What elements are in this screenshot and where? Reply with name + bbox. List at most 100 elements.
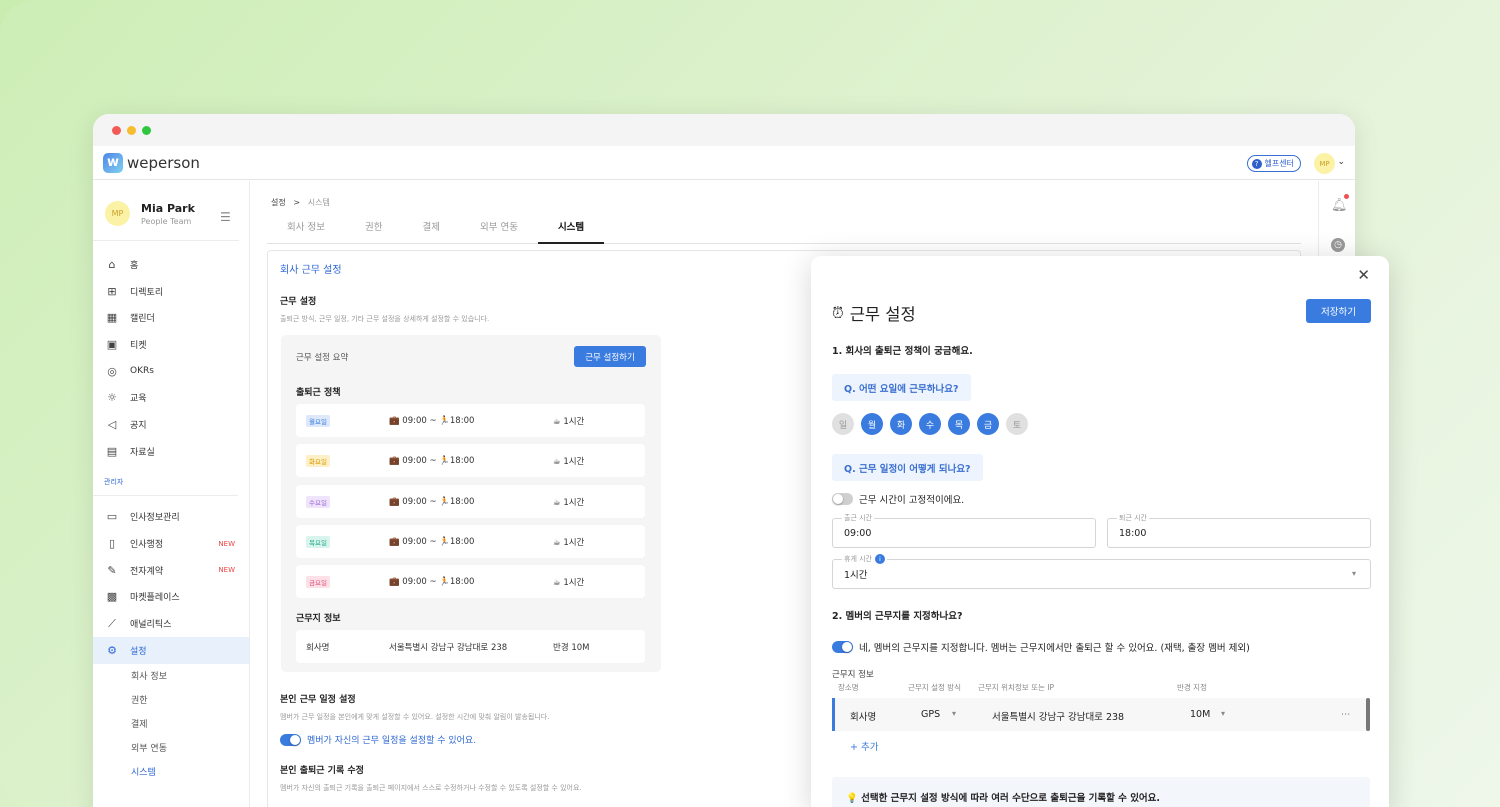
day-badge: 화요일 <box>306 454 330 467</box>
clock-icon[interactable]: ◷ <box>1331 238 1345 252</box>
profile-name: Mia Park <box>141 201 195 215</box>
nav-main: ⌂ 홈 ⊞ 디렉토리 ▦ 캘린더 ▣ 티켓 ◎ OKRs ☼ 교육 ◁ 공지 ▤ 자료실 <box>93 241 249 465</box>
configure-work-button[interactable]: 근무 설정하기 <box>574 346 646 367</box>
fixed-time-option: 근무 시간이 고정적이에요. <box>832 492 964 506</box>
sidebar-item-ticket[interactable]: ▣ 티켓 <box>93 331 249 358</box>
scrollbar[interactable] <box>1366 698 1370 731</box>
help-icon: ? <box>1251 158 1262 169</box>
day-toggle-tue[interactable]: 화 <box>890 413 912 435</box>
close-icon[interactable]: ✕ <box>1357 266 1370 284</box>
sidebar-item-label: 교육 <box>130 394 147 405</box>
sidebar-item-label: 애널리틱스 <box>130 620 172 631</box>
sidebar-item-okrs[interactable]: ◎ OKRs <box>93 358 249 385</box>
radius-select[interactable]: 10M <box>1190 709 1210 720</box>
sidebar-sub-system[interactable]: 시스템 <box>93 760 249 784</box>
break-time: ☕ 1시간 <box>553 497 585 508</box>
sidebar-item-label: 공지 <box>130 420 147 431</box>
day-toggle-sat[interactable]: 토 <box>1006 413 1028 435</box>
fixed-time-toggle-label: 근무 시간이 고정적이에요. <box>859 495 965 506</box>
start-time-value: 09:00 <box>844 527 872 539</box>
user-avatar[interactable]: MP <box>1314 153 1335 174</box>
location-option: 네, 멤버의 근무지를 지정합니다. 멤버는 근무지에서만 출퇴근 할 수 있어… <box>832 640 1250 654</box>
sidebar-item-hr-admin[interactable]: ▯ 인사행정 NEW <box>93 530 249 557</box>
sidebar-item-directory[interactable]: ⊞ 디렉토리 <box>93 278 249 305</box>
schedule-row: 화요일 💼 09:00 ~ 🏃18:00 ☕ 1시간 <box>296 444 645 477</box>
profile-team: People Team <box>141 216 192 226</box>
info-icon[interactable]: i <box>875 554 885 564</box>
sidebar-item-e-contract[interactable]: ✎ 전자계약 NEW <box>93 557 249 584</box>
more-icon[interactable]: ⋯ <box>1341 709 1351 720</box>
day-badge: 수요일 <box>306 495 330 508</box>
tab-company-info[interactable]: 회사 정보 <box>267 217 345 243</box>
chart-line-icon: ⟋ <box>108 616 116 630</box>
bell-icon[interactable]: 🔔︎ <box>1331 198 1348 213</box>
day-toggle-thu[interactable]: 목 <box>948 413 970 435</box>
start-time-field[interactable]: 출근 시간 09:00 <box>832 513 1096 548</box>
save-button[interactable]: 저장하기 <box>1306 299 1371 323</box>
sidebar-sub-permissions[interactable]: 권한 <box>93 688 249 712</box>
location-address-cell[interactable]: 서울특별시 강남구 강남대로 238 <box>992 709 1124 723</box>
notification-dot <box>1344 194 1349 199</box>
own-schedule-toggle[interactable] <box>280 733 301 746</box>
sidebar-sub-billing[interactable]: 결제 <box>93 712 249 736</box>
alarm-clock-icon: ⏰︎ <box>832 304 844 322</box>
breadcrumb-root[interactable]: 설정 <box>271 198 286 207</box>
logo-text[interactable]: weperson <box>127 154 200 172</box>
location-name: 회사명 <box>306 642 330 653</box>
chevron-down-icon[interactable]: ⌄ <box>1337 157 1345 167</box>
add-location-button[interactable]: + 추가 <box>850 739 878 753</box>
modal-title: 근무 설정 <box>849 305 916 324</box>
day-toggle-mon[interactable]: 월 <box>861 413 883 435</box>
minimize-window-dot[interactable] <box>127 125 136 135</box>
tab-billing[interactable]: 결제 <box>402 217 459 243</box>
start-time-label: 출근 시간 <box>842 513 874 523</box>
tab-system[interactable]: 시스템 <box>537 217 605 244</box>
location-address: 서울특별시 강남구 강남대로 238 <box>389 642 508 653</box>
close-window-dot[interactable] <box>112 125 121 135</box>
location-toggle[interactable] <box>832 641 853 653</box>
col-radius: 반경 지정 <box>1177 683 1207 692</box>
menu-icon[interactable]: ☰ <box>220 210 231 224</box>
method-select[interactable]: GPS <box>921 709 940 720</box>
chevron-down-icon: ▾ <box>1351 569 1356 578</box>
tab-permissions[interactable]: 권한 <box>345 217 402 243</box>
location-table-row: 회사명 GPS ▾ 서울특별시 강남구 강남대로 238 10M ▾ ⋯ <box>832 698 1370 731</box>
end-time-value: 18:00 <box>1119 527 1147 539</box>
logo-icon[interactable]: w <box>103 152 123 173</box>
day-toggle-sun[interactable]: 일 <box>832 413 854 435</box>
own-schedule-desc: 멤버가 근무 일정을 본인에게 맞게 설정할 수 있어요. 설정한 시간에 맞춰… <box>280 713 550 721</box>
day-toggle-fri[interactable]: 금 <box>977 413 999 435</box>
end-time-field[interactable]: 퇴근 시간 18:00 <box>1107 513 1371 548</box>
sidebar-item-notice[interactable]: ◁ 공지 <box>93 411 249 438</box>
sidebar-item-home[interactable]: ⌂ 홈 <box>93 251 249 278</box>
tab-integrations[interactable]: 외부 연동 <box>460 217 538 243</box>
sidebar-item-analytics[interactable]: ⟋ 애널리틱스 <box>93 610 249 637</box>
breadcrumb: 설정 > 시스템 <box>271 197 330 208</box>
sidebar-item-marketplace[interactable]: ▩ 마켓플레이스 <box>93 584 249 611</box>
sidebar-item-settings[interactable]: ⚙ 설정 <box>93 636 249 664</box>
maximize-window-dot[interactable] <box>142 125 151 135</box>
fixed-time-toggle[interactable] <box>832 493 853 505</box>
sidebar-item-education[interactable]: ☼ 교육 <box>93 384 249 411</box>
archive-icon: ▤ <box>106 444 118 458</box>
top-bar: w weperson ? 헬프센터 MP ⌄ <box>93 146 1355 180</box>
help-center-button[interactable]: ? 헬프센터 <box>1246 155 1301 172</box>
sidebar-item-label: 전자계약 <box>130 566 164 577</box>
location-name-cell[interactable]: 회사명 <box>850 709 876 723</box>
profile-block[interactable]: MP Mia Park People Team <box>93 181 239 241</box>
location-info-label: 근무지 정보 <box>832 670 874 680</box>
record-edit-desc: 멤버가 자신의 출퇴근 기록을 출퇴근 페이지에서 스스로 수정하거나 수정할 … <box>280 784 582 792</box>
sidebar-item-calendar[interactable]: ▦ 캘린더 <box>93 304 249 331</box>
sidebar-item-hr-info[interactable]: ▭ 인사정보관리 <box>93 504 249 531</box>
sidebar-sub-company-info[interactable]: 회사 정보 <box>93 664 249 688</box>
break-time: ☕ 1시간 <box>553 416 585 427</box>
work-settings-modal: ✕ ⏰︎ 근무 설정 저장하기 1. 회사의 출퇴근 정책이 궁금해요. Q. … <box>811 256 1389 807</box>
work-time: 💼 09:00 ~ 🏃18:00 <box>389 496 475 507</box>
sidebar-sub-integrations[interactable]: 외부 연동 <box>93 736 249 760</box>
sidebar-item-archive[interactable]: ▤ 자료실 <box>93 438 249 465</box>
break-time-select[interactable]: 휴게 시간 i 1시간 ▾ <box>832 554 1371 589</box>
work-time: 💼 09:00 ~ 🏃18:00 <box>389 455 475 466</box>
day-toggle-wed[interactable]: 수 <box>919 413 941 435</box>
policy-heading: 출퇴근 정책 <box>296 388 341 398</box>
id-card-icon: ▭ <box>106 510 118 524</box>
